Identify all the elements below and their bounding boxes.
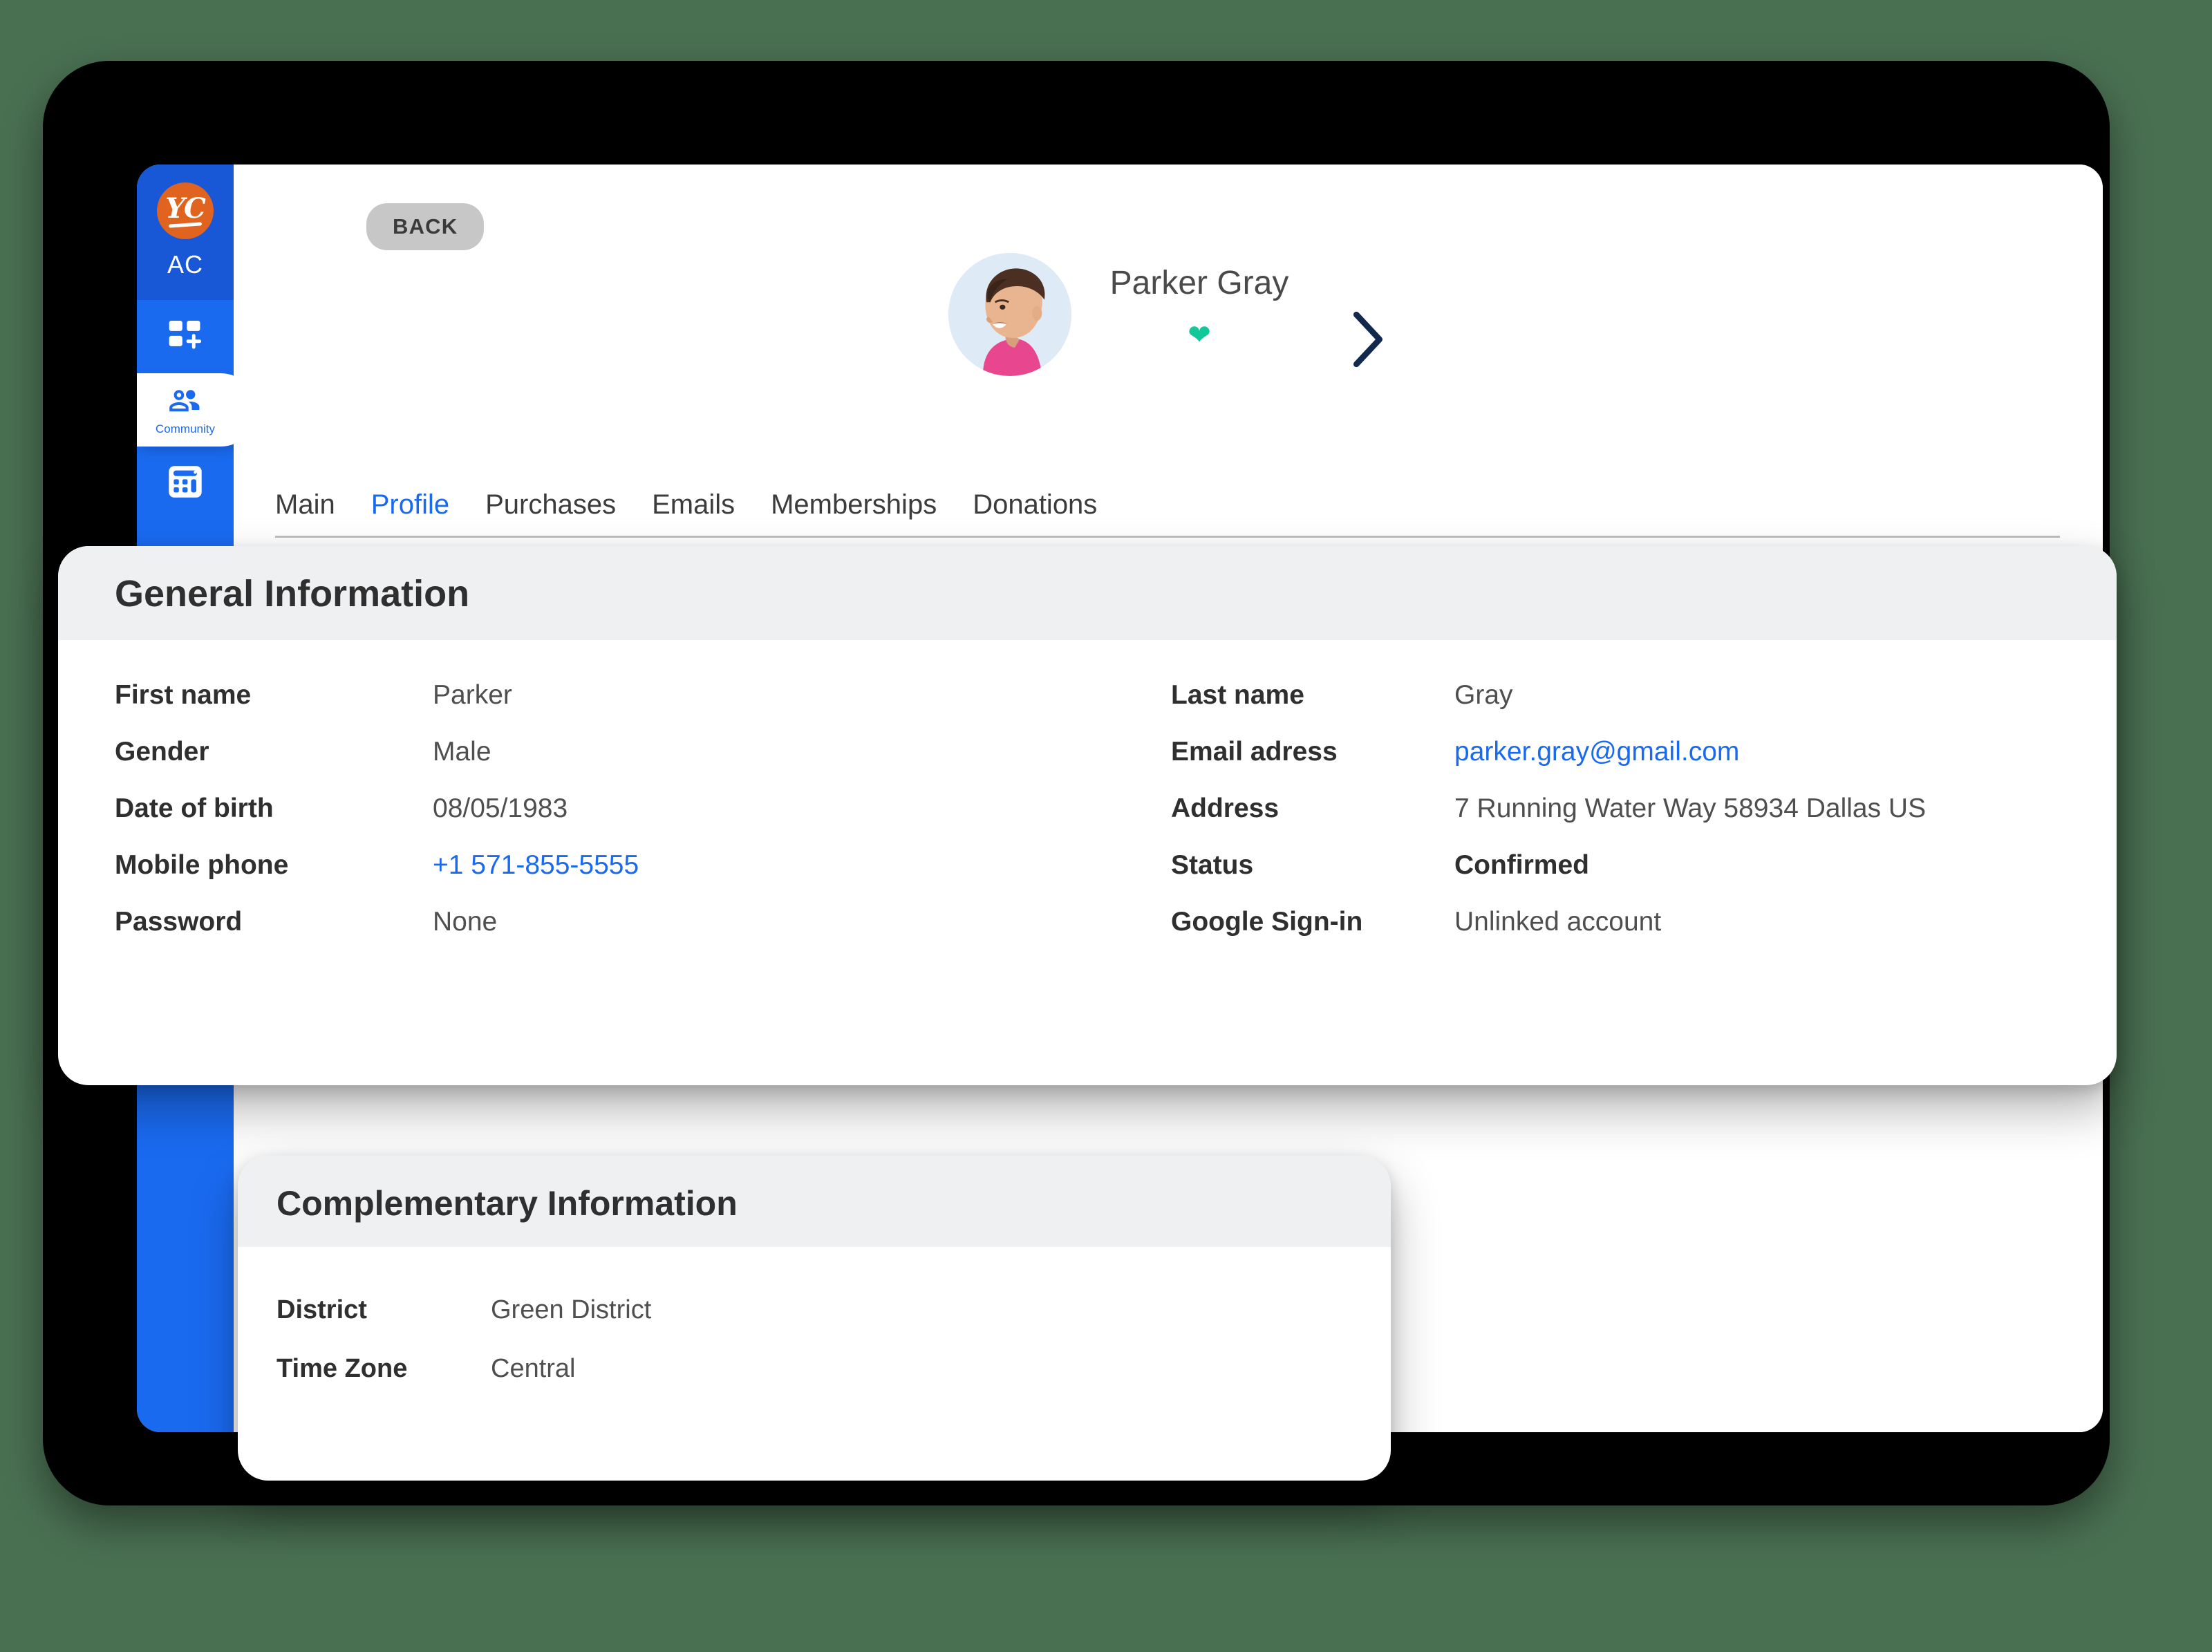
mobile-phone-link[interactable]: +1 571-855-5555 (433, 850, 639, 881)
field-value: Male (433, 737, 491, 767)
general-information-card: General Information First name Parker Ge… (58, 546, 2117, 1085)
tab-memberships[interactable]: Memberships (771, 489, 937, 520)
field-password: Password None (115, 907, 1171, 937)
field-label: First name (115, 680, 252, 710)
field-google-sign-in: Google Sign-in Unlinked account (1171, 907, 2117, 937)
field-label: Google Sign-in (1171, 907, 1363, 937)
card-header: General Information (58, 546, 2117, 640)
field-value: Gray (1454, 680, 1513, 710)
complementary-information-card: Complementary Information District Green… (238, 1156, 1391, 1481)
tab-emails[interactable]: Emails (652, 489, 735, 520)
sidebar-item-calculator[interactable] (137, 447, 234, 520)
brand-logo-text: YC (165, 192, 206, 225)
field-label: Password (115, 907, 243, 937)
status-badge: Confirmed (1454, 850, 1589, 880)
sidebar-item-label: Community (156, 422, 215, 435)
brand-initials: AC (167, 250, 203, 279)
profile-header: Parker Gray ❤ (234, 253, 2103, 376)
field-value: 08/05/1983 (433, 794, 568, 823)
card-header: Complementary Information (238, 1156, 1391, 1247)
field-mobile-phone: Mobile phone +1 571-855-5555 (115, 850, 1171, 881)
chevron-right-icon[interactable] (1348, 310, 1388, 373)
tab-purchases[interactable]: Purchases (485, 489, 616, 520)
sidebar-brand[interactable]: YC AC (137, 165, 234, 300)
field-value: Unlinked account (1454, 907, 1662, 937)
heart-icon[interactable]: ❤ (1188, 321, 1211, 349)
tab-donations[interactable]: Donations (973, 489, 1097, 520)
card-body: District Green District Time Zone Centra… (238, 1247, 1391, 1384)
calculator-icon (165, 463, 205, 504)
field-value: 7 Running Water Way 58934 Dallas US (1454, 794, 1927, 823)
field-label: Status (1171, 850, 1254, 880)
grid-plus-icon (166, 316, 205, 358)
avatar (948, 253, 1071, 376)
profile-identity: Parker Gray ❤ (1110, 253, 1289, 349)
field-label: Date of birth (115, 794, 274, 823)
field-label: District (276, 1295, 367, 1324)
community-people-icon (166, 385, 205, 422)
tab-main[interactable]: Main (275, 489, 335, 520)
field-label: Mobile phone (115, 850, 289, 880)
tab-bar: Main Profile Purchases Emails Membership… (275, 489, 2060, 538)
field-label: Address (1171, 794, 1280, 823)
card-title: Complementary Information (276, 1184, 738, 1223)
sidebar-item-apps[interactable] (137, 300, 234, 373)
field-value: Central (491, 1354, 576, 1383)
sidebar-item-community[interactable]: Community (137, 373, 257, 447)
field-value: None (433, 907, 498, 937)
field-label: Gender (115, 737, 209, 767)
brand-logo-icon: YC (157, 182, 214, 239)
field-label: Time Zone (276, 1354, 408, 1383)
general-info-right-column: Last name Gray Email adress parker.gray@… (1171, 680, 2117, 937)
field-date-of-birth: Date of birth 08/05/1983 (115, 794, 1171, 824)
field-label: Email adress (1171, 737, 1338, 767)
general-info-left-column: First name Parker Gender Male Date of bi… (58, 680, 1171, 937)
field-time-zone: Time Zone Central (276, 1354, 1391, 1384)
field-last-name: Last name Gray (1171, 680, 2117, 711)
field-value: Green District (491, 1295, 652, 1324)
page-title: Parker Gray (1109, 265, 1289, 301)
card-body: First name Parker Gender Male Date of bi… (58, 640, 2117, 937)
email-address-link[interactable]: parker.gray@gmail.com (1454, 737, 1739, 767)
page-root: YC AC Community BACK Parker Gray ❤ Main … (0, 0, 2212, 1652)
back-button[interactable]: BACK (366, 203, 485, 250)
field-value: Parker (433, 680, 512, 710)
field-gender: Gender Male (115, 737, 1171, 767)
field-first-name: First name Parker (115, 680, 1171, 711)
field-district: District Green District (276, 1295, 1391, 1325)
field-label: Last name (1171, 680, 1304, 710)
card-title: General Information (115, 573, 470, 614)
tab-profile[interactable]: Profile (371, 489, 449, 520)
field-status: Status Confirmed (1171, 850, 2117, 881)
field-email-address: Email adress parker.gray@gmail.com (1171, 737, 2117, 767)
field-address: Address 7 Running Water Way 58934 Dallas… (1171, 794, 2117, 824)
